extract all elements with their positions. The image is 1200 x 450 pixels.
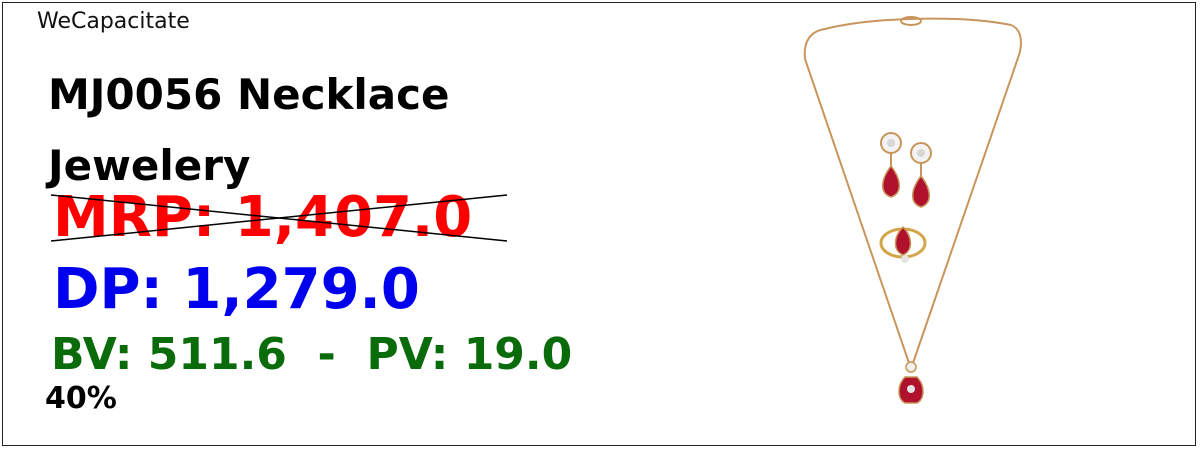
discount-percent: 40% [45, 381, 117, 416]
pendant [898, 361, 924, 404]
product-card: WeCapacitate MJ0056 Necklace Jewelery MR… [2, 2, 1196, 446]
ring [879, 225, 927, 263]
product-title: MJ0056 Necklace Jewelery [48, 70, 450, 190]
necklace-set-image [803, 16, 1022, 404]
bv-pv-values: BV: 511.6 - PV: 19.0 [51, 329, 573, 380]
mrp-strike-lines [50, 194, 508, 242]
earring-left [880, 132, 902, 198]
earring-right [910, 142, 932, 208]
brand-label: WeCapacitate [37, 9, 190, 34]
dp-price: DP: 1,279.0 [53, 257, 420, 322]
